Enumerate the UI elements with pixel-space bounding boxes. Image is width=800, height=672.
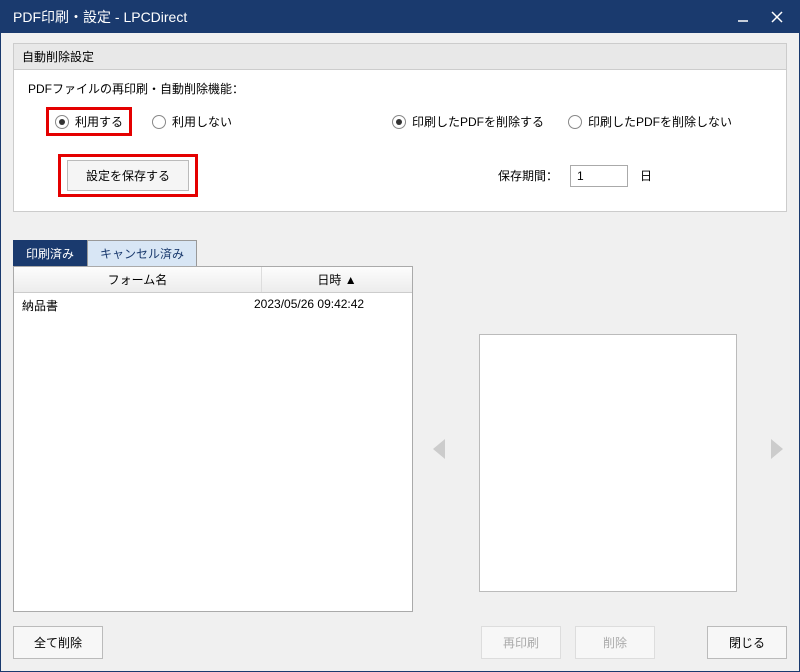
settings-subtitle: PDFファイルの再印刷・自動削除機能： — [28, 80, 772, 97]
app-window: PDF印刷・設定 - LPCDirect 自動削除設定 PDFファイルの再印刷・… — [0, 0, 800, 672]
retention-label: 保存期間： — [498, 167, 558, 184]
retention-period: 保存期間： 日 — [498, 165, 652, 187]
lower-area: 印刷済み キャンセル済み フォーム名 日時 ▲ 納品書 2023/05/26 0… — [13, 240, 787, 659]
close-icon — [771, 11, 783, 23]
content-area: 自動削除設定 PDFファイルの再印刷・自動削除機能： 利用する 利 — [1, 33, 799, 671]
preview-next-button[interactable] — [771, 439, 783, 459]
save-settings-button[interactable]: 設定を保存する — [67, 160, 189, 191]
highlight-use-radio: 利用する — [46, 107, 132, 136]
list-item[interactable]: 納品書 2023/05/26 09:42:42 — [14, 293, 412, 318]
tab-bar: 印刷済み キャンセル済み — [13, 240, 787, 266]
preview-canvas — [479, 334, 737, 592]
settings-body: PDFファイルの再印刷・自動削除機能： 利用する 利用しない — [14, 70, 786, 211]
delete-pdf-radio-group: 印刷したPDFを削除する 印刷したPDFを削除しない — [392, 113, 732, 130]
close-button[interactable] — [769, 9, 785, 25]
radio-dontuse-label: 利用しない — [172, 113, 232, 130]
radio-delete-pdf[interactable]: 印刷したPDFを削除する — [392, 113, 544, 130]
list-header: フォーム名 日時 ▲ — [14, 267, 412, 293]
radio-icon — [568, 115, 582, 129]
radio-use[interactable]: 利用する — [55, 113, 123, 130]
radio-icon — [55, 115, 69, 129]
minimize-icon — [737, 11, 749, 23]
radio-dont-use[interactable]: 利用しない — [152, 113, 232, 130]
right-button-group: 再印刷 削除 閉じる — [481, 626, 787, 659]
retention-input[interactable] — [570, 165, 628, 187]
column-header-date[interactable]: 日時 ▲ — [262, 267, 412, 292]
use-feature-radio-group: 利用する 利用しない — [46, 107, 232, 136]
settings-row-save: 設定を保存する 保存期間： 日 — [28, 154, 772, 197]
minimize-button[interactable] — [735, 9, 751, 25]
tab-cancelled[interactable]: キャンセル済み — [87, 240, 197, 266]
list-cell-date: 2023/05/26 09:42:42 — [254, 297, 404, 314]
close-dialog-button[interactable]: 閉じる — [707, 626, 787, 659]
gap — [669, 626, 693, 659]
radio-icon — [152, 115, 166, 129]
delete-all-button[interactable]: 全て削除 — [13, 626, 103, 659]
column-header-form[interactable]: フォーム名 — [14, 267, 262, 292]
radio-keep-pdf[interactable]: 印刷したPDFを削除しない — [568, 113, 732, 130]
tab-printed[interactable]: 印刷済み — [13, 240, 87, 266]
titlebar: PDF印刷・設定 - LPCDirect — [1, 1, 799, 33]
radio-icon — [392, 115, 406, 129]
preview-prev-button[interactable] — [433, 439, 445, 459]
print-history-list: フォーム名 日時 ▲ 納品書 2023/05/26 09:42:42 — [13, 266, 413, 612]
radio-keep-label: 印刷したPDFを削除しない — [588, 113, 732, 130]
list-body: 納品書 2023/05/26 09:42:42 — [14, 293, 412, 611]
settings-header: 自動削除設定 — [14, 44, 786, 70]
radio-use-label: 利用する — [75, 113, 123, 130]
retention-unit: 日 — [640, 167, 652, 184]
auto-delete-settings-panel: 自動削除設定 PDFファイルの再印刷・自動削除機能： 利用する 利 — [13, 43, 787, 212]
bottom-button-bar: 全て削除 再印刷 削除 閉じる — [13, 612, 787, 659]
list-cell-form: 納品書 — [22, 297, 254, 314]
preview-area — [429, 266, 787, 612]
highlight-save-button: 設定を保存する — [58, 154, 198, 197]
settings-row-radios: 利用する 利用しない 印刷したPDFを削除する — [28, 107, 772, 136]
window-title: PDF印刷・設定 - LPCDirect — [13, 7, 735, 27]
radio-delete-label: 印刷したPDFを削除する — [412, 113, 544, 130]
list-preview-row: フォーム名 日時 ▲ 納品書 2023/05/26 09:42:42 — [13, 266, 787, 612]
reprint-button[interactable]: 再印刷 — [481, 626, 561, 659]
window-controls — [735, 9, 791, 25]
delete-button[interactable]: 削除 — [575, 626, 655, 659]
